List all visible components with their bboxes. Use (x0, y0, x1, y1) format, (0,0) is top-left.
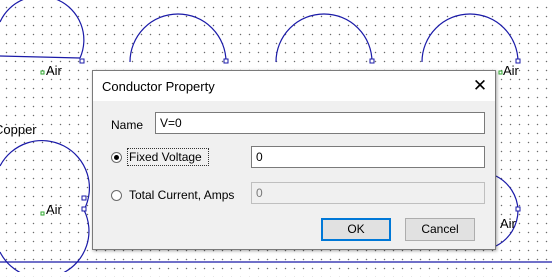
block-label-marker (40, 70, 45, 75)
block-label: Air (503, 63, 519, 78)
block-label: Air (500, 216, 516, 231)
block-label-marker (40, 211, 45, 216)
conductor-arc (129, 13, 227, 63)
conductor-arc (495, 175, 519, 211)
block-label: Air (46, 63, 62, 78)
node-marker (79, 58, 85, 64)
node-marker (81, 206, 87, 212)
block-label-marker (498, 70, 503, 75)
node-marker (81, 195, 87, 201)
dialog-title: Conductor Property (102, 79, 215, 94)
node-marker (223, 58, 229, 64)
fixed-voltage-field[interactable]: 0 (251, 146, 485, 168)
total-current-field: 0 (251, 182, 485, 204)
name-label: Name (111, 118, 144, 132)
node-marker (369, 58, 375, 64)
block-label: Copper (0, 122, 37, 137)
cancel-button[interactable]: Cancel (405, 218, 475, 241)
conductor-arc (0, 55, 81, 59)
fixed-voltage-radio[interactable] (111, 152, 122, 163)
node-marker (515, 206, 521, 212)
conductor-arc (421, 13, 519, 63)
conductor-property-dialog: Conductor Property ✕ Name V=0 Fixed Volt… (92, 70, 496, 250)
name-field[interactable]: V=0 (155, 112, 485, 134)
conductor-arc (275, 13, 373, 63)
total-current-radio[interactable] (111, 190, 122, 201)
fixed-voltage-label[interactable]: Fixed Voltage (129, 150, 202, 164)
conductor-arc (0, 209, 90, 277)
total-current-label[interactable]: Total Current, Amps (129, 188, 234, 202)
block-label: Air (46, 202, 62, 217)
ok-button[interactable]: OK (321, 218, 391, 241)
conductor-arc (0, 139, 91, 211)
conductor-arc (0, 0, 85, 59)
dialog-titlebar[interactable]: Conductor Property ✕ (93, 71, 495, 101)
close-icon[interactable]: ✕ (465, 71, 495, 101)
